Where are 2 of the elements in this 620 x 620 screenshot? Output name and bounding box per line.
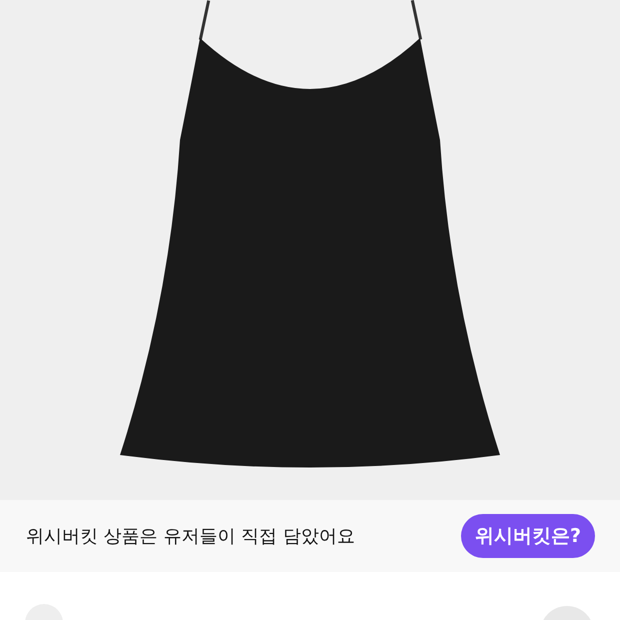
info-button[interactable]: 위시버킷은? — [460, 514, 595, 558]
notice-text: 위시버킷 상품은 유저들이 직접 담았어요 — [26, 525, 355, 548]
